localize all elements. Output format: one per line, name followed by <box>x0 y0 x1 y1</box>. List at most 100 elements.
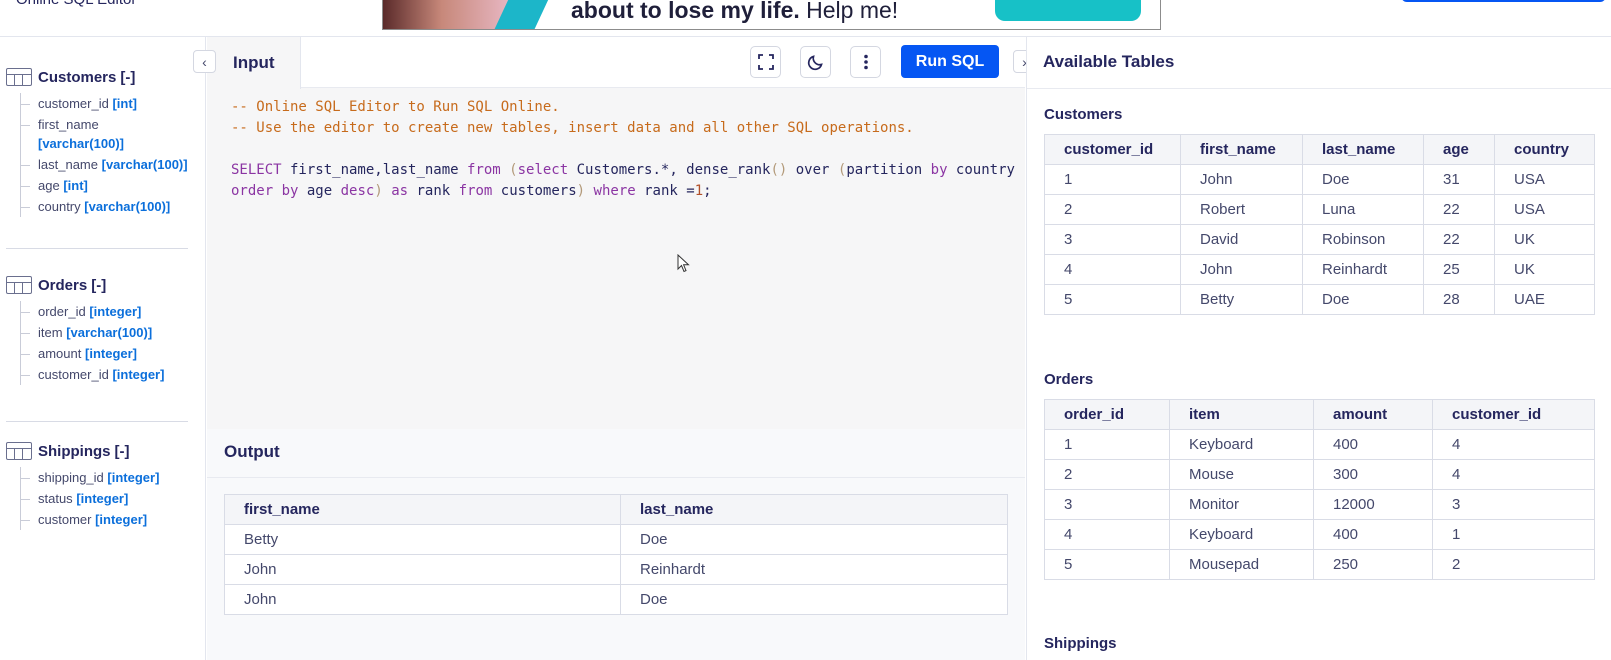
column-header: customer_id <box>1432 399 1595 430</box>
schema-column: age [int] <box>21 175 188 196</box>
column-header: last_name <box>1302 134 1424 165</box>
table-cell: 1 <box>1432 519 1595 550</box>
table-row: 5 Betty Doe 28 UAE <box>1044 284 1595 315</box>
table-row: 1 John Doe 31 USA <box>1044 164 1595 195</box>
header-action-button[interactable] <box>1401 0 1606 2</box>
column-header: country <box>1494 134 1595 165</box>
code-text[interactable]: -- Online SQL Editor to Run SQL Online. … <box>231 97 1015 202</box>
table-cell: 25 <box>1423 254 1495 285</box>
table-header-row: order_id item amount customer_id <box>1044 399 1595 430</box>
column-header: first_name <box>224 494 621 525</box>
table-cell: 400 <box>1313 519 1433 550</box>
table-cell: 300 <box>1313 459 1433 490</box>
schema-collapse-toggle[interactable]: [-] <box>120 69 135 86</box>
schema-divider <box>6 248 188 249</box>
table-cell: 4 <box>1432 429 1595 460</box>
table-cell: Reinhardt <box>1302 254 1424 285</box>
moon-icon <box>807 55 823 71</box>
table-cell: 31 <box>1423 164 1495 195</box>
tab-input[interactable]: Input <box>207 37 301 89</box>
schema-column: order_id [integer] <box>21 301 188 322</box>
fullscreen-button[interactable] <box>750 46 781 78</box>
table-cell: 12000 <box>1313 489 1433 520</box>
table-cell: 22 <box>1423 224 1495 255</box>
table-cell: 3 <box>1432 489 1595 520</box>
schema-customers: Customers [-] customer_id [int] first_na… <box>6 65 188 217</box>
table-cell: Robinson <box>1302 224 1424 255</box>
schema-title: Shippings <box>38 442 111 460</box>
table-cell: 28 <box>1423 284 1495 315</box>
output-title: Output <box>224 442 280 461</box>
table-row: John Reinhardt <box>224 554 1008 585</box>
schema-title: Customers <box>38 68 117 86</box>
column-header: amount <box>1313 399 1433 430</box>
table-row: John Doe <box>224 584 1008 615</box>
schema-column: shipping_id [integer] <box>21 467 188 488</box>
table-row: 5 Mousepad 250 2 <box>1044 549 1595 580</box>
table-cell: 1 <box>1044 429 1170 460</box>
column-header: last_name <box>620 494 1008 525</box>
table-cell: UK <box>1494 224 1595 255</box>
ad-cta-button[interactable] <box>995 0 1141 21</box>
schema-column: customer_id [int] <box>21 93 188 114</box>
table-cell: Mouse <box>1169 459 1314 490</box>
chevron-left-icon: ‹ <box>202 53 207 70</box>
table-row: 3 Monitor 12000 3 <box>1044 489 1595 520</box>
column-header: first_name <box>1180 134 1303 165</box>
table-cell: USA <box>1494 164 1595 195</box>
table-icon <box>6 68 32 86</box>
run-sql-button[interactable]: Run SQL <box>901 45 999 78</box>
schema-collapse-toggle[interactable]: [-] <box>91 277 106 294</box>
table-cell: 4 <box>1432 459 1595 490</box>
shippings-table-label: Shippings <box>1044 635 1117 652</box>
table-cell: UAE <box>1494 284 1595 315</box>
schema-column: first_name [varchar(100)] <box>21 114 188 154</box>
table-cell: John <box>224 584 621 615</box>
table-cell: Luna <box>1302 194 1424 225</box>
schema-column: item [varchar(100)] <box>21 322 188 343</box>
table-cell: 22 <box>1423 194 1495 225</box>
orders-table: order_id item amount customer_id 1 Keyboa… <box>1044 399 1595 580</box>
table-cell: Monitor <box>1169 489 1314 520</box>
schema-collapse-toggle[interactable]: [-] <box>115 443 130 460</box>
table-header-row: first_name last_name <box>224 494 1008 525</box>
table-row: 3 David Robinson 22 UK <box>1044 224 1595 255</box>
orders-table-label: Orders <box>1044 371 1094 388</box>
table-cell: Reinhardt <box>620 554 1008 585</box>
sql-editor[interactable]: Input Run SQL -- Online SQL Editor to Ru… <box>207 37 1025 429</box>
table-cell: 5 <box>1044 549 1170 580</box>
column-header: customer_id <box>1044 134 1181 165</box>
schema-divider <box>6 421 188 422</box>
table-cell: Mousepad <box>1169 549 1314 580</box>
table-cell: John <box>224 554 621 585</box>
table-cell: John <box>1180 164 1303 195</box>
schema-column: country [varchar(100)] <box>21 196 188 217</box>
fullscreen-icon <box>757 54 774 70</box>
collapse-left-button[interactable]: ‹ <box>193 50 216 73</box>
dark-mode-button[interactable] <box>800 46 831 78</box>
ad-banner[interactable]: about to lose my life. Help me! <box>382 0 1161 30</box>
table-cell: 4 <box>1044 519 1170 550</box>
table-icon <box>6 442 32 460</box>
table-header-row: customer_id first_name last_name age cou… <box>1044 134 1595 165</box>
output-divider <box>207 477 1025 478</box>
ad-text: about to lose my life. Help me! <box>571 0 899 23</box>
table-cell: Robert <box>1180 194 1303 225</box>
column-header: item <box>1169 399 1314 430</box>
table-cell: 2 <box>1044 459 1170 490</box>
table-cell: Betty <box>1180 284 1303 315</box>
schema-column: customer_id [integer] <box>21 364 188 385</box>
table-cell: John <box>1180 254 1303 285</box>
app-title[interactable]: Online SQL Editor <box>16 0 136 8</box>
schema-shippings: Shippings [-] shipping_id [integer] stat… <box>6 439 188 530</box>
more-vertical-icon <box>863 54 868 70</box>
table-cell: 250 <box>1313 549 1433 580</box>
more-options-button[interactable] <box>850 46 881 78</box>
table-cell: David <box>1180 224 1303 255</box>
table-cell: Keyboard <box>1169 429 1314 460</box>
schema-title: Orders <box>38 276 88 294</box>
table-cell: Doe <box>620 584 1008 615</box>
ad-photo <box>383 0 513 29</box>
table-cell: 3 <box>1044 489 1170 520</box>
table-cell: Betty <box>224 524 621 555</box>
